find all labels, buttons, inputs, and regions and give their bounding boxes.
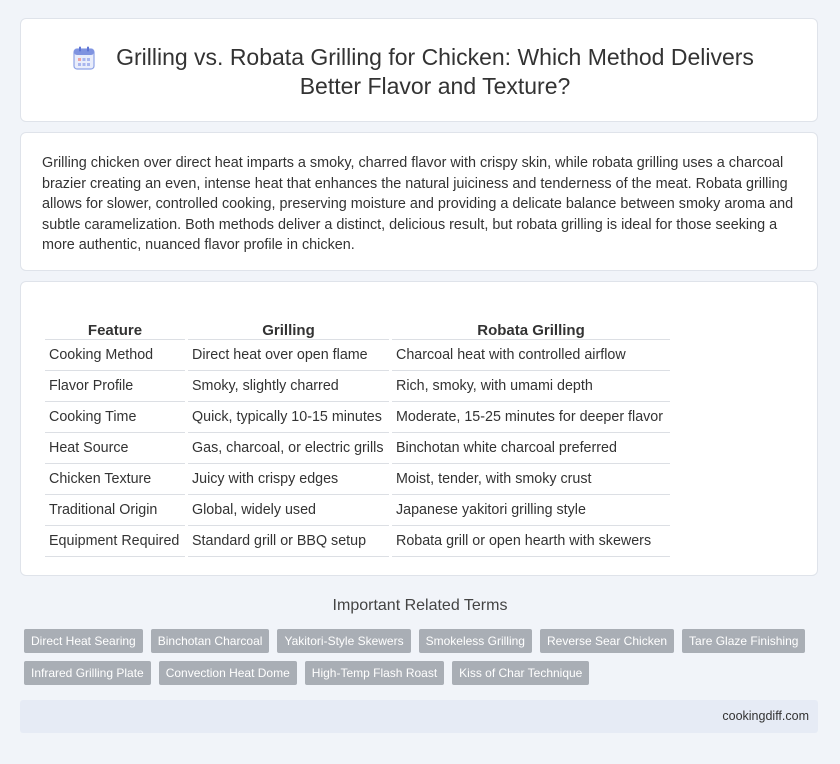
table-cell: Moist, tender, with smoky crust xyxy=(392,464,670,495)
related-term-tag[interactable]: Infrared Grilling Plate xyxy=(24,661,151,685)
table-cell: Moderate, 15-25 minutes for deeper flavo… xyxy=(392,402,670,433)
table-cell: Heat Source xyxy=(45,433,185,464)
table-row: Flavor Profile Smoky, slightly charred R… xyxy=(45,371,670,402)
intro-paragraph: Grilling chicken over direct heat impart… xyxy=(42,155,794,253)
table-row: Equipment Required Standard grill or BBQ… xyxy=(45,526,670,557)
comparison-table: Feature Grilling Robata Grilling Cooking… xyxy=(42,315,673,557)
title-card: Grilling vs. Robata Grilling for Chicken… xyxy=(20,18,818,122)
header-feature: Feature xyxy=(45,315,185,340)
table-cell: Binchotan white charcoal preferred xyxy=(392,433,670,464)
table-row: Cooking Method Direct heat over open fla… xyxy=(45,340,670,371)
table-cell: Chicken Texture xyxy=(45,464,185,495)
footer-site-link[interactable]: cookingdiff.com xyxy=(722,709,809,723)
table-cell: Standard grill or BBQ setup xyxy=(188,526,389,557)
related-term-tag[interactable]: Convection Heat Dome xyxy=(158,661,297,685)
table-cell: Charcoal heat with controlled airflow xyxy=(392,340,670,371)
table-row: Cooking Time Quick, typically 10-15 minu… xyxy=(45,402,670,433)
table-header-row: Feature Grilling Robata Grilling xyxy=(45,315,670,340)
table-cell: Juicy with crispy edges xyxy=(188,464,389,495)
related-term-tag[interactable]: Direct Heat Searing xyxy=(24,629,143,653)
table-cell: Direct heat over open flame xyxy=(188,340,389,371)
table-cell: Gas, charcoal, or electric grills xyxy=(188,433,389,464)
table-cell: Flavor Profile xyxy=(45,371,185,402)
header-robata-grilling: Robata Grilling xyxy=(392,315,670,340)
related-term-tag[interactable]: Reverse Sear Chicken xyxy=(539,629,675,653)
page-title: Grilling vs. Robata Grilling for Chicken… xyxy=(116,44,754,99)
related-term-tag[interactable]: Tare Glaze Finishing xyxy=(682,629,806,653)
table-cell: Rich, smoky, with umami depth xyxy=(392,371,670,402)
table-cell: Cooking Time xyxy=(45,402,185,433)
table-cell: Cooking Method xyxy=(45,340,185,371)
related-term-tag[interactable]: Kiss of Char Technique xyxy=(452,661,590,685)
table-row: Heat Source Gas, charcoal, or electric g… xyxy=(45,433,670,464)
table-cell: Robata grill or open hearth with skewers xyxy=(392,526,670,557)
table-row: Traditional Origin Global, widely used J… xyxy=(45,495,670,526)
related-term-tag[interactable]: Yakitori-Style Skewers xyxy=(277,629,411,653)
comparison-table-card: Feature Grilling Robata Grilling Cooking… xyxy=(20,281,818,576)
intro-card: Grilling chicken over direct heat impart… xyxy=(20,132,818,271)
related-terms-heading: Important Related Terms xyxy=(332,597,508,614)
related-term-tag[interactable]: Binchotan Charcoal xyxy=(150,629,270,653)
footer: cookingdiff.com xyxy=(20,700,818,733)
table-cell: Smoky, slightly charred xyxy=(188,371,389,402)
table-cell: Global, widely used xyxy=(188,495,389,526)
table-row: Chicken Texture Juicy with crispy edges … xyxy=(45,464,670,495)
table-cell: Equipment Required xyxy=(45,526,185,557)
related-term-tag[interactable]: High-Temp Flash Roast xyxy=(304,661,445,685)
table-cell: Quick, typically 10-15 minutes xyxy=(188,402,389,433)
header-grilling: Grilling xyxy=(188,315,389,340)
table-cell: Japanese yakitori grilling style xyxy=(392,495,670,526)
related-term-tag[interactable]: Smokeless Grilling xyxy=(418,629,532,653)
table-cell: Traditional Origin xyxy=(45,495,185,526)
related-terms-list: Direct Heat Searing Binchotan Charcoal Y… xyxy=(24,629,814,685)
